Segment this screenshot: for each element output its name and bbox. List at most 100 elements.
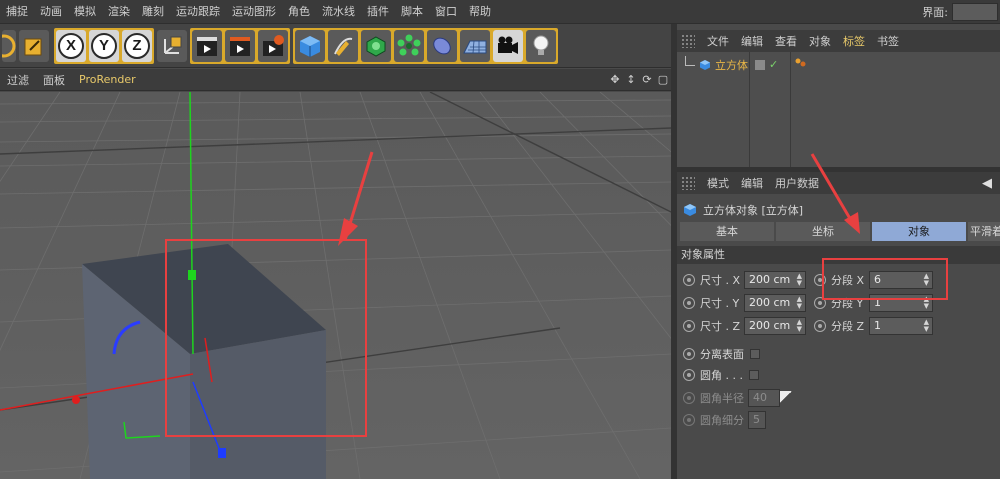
size-x-value: 200 cm (749, 273, 791, 286)
size-x-label: 尺寸 . X (700, 274, 741, 287)
prop-separate-surfaces: 分离表面 (683, 345, 760, 363)
size-y-label: 尺寸 . Y (700, 297, 740, 310)
panel-grip-icon[interactable] (681, 34, 695, 48)
pen-spline-icon[interactable] (328, 29, 358, 62)
size-z-input[interactable]: 200 cm ▲ ▼ (744, 317, 806, 335)
move-view-icon[interactable]: ✥ (609, 73, 621, 86)
coordinate-system-icon[interactable] (157, 29, 187, 62)
object-row-cube[interactable]: 立方体 (677, 56, 748, 74)
render-view-icon[interactable] (192, 29, 222, 62)
render-group (190, 27, 290, 64)
prop-fillet-radius: 圆角半径 40 (683, 389, 792, 407)
stepper-icon[interactable]: ▲ ▼ (797, 296, 802, 310)
anim-radio-icon[interactable] (683, 320, 695, 332)
objects-group (293, 27, 558, 64)
om-menu-view[interactable]: 查看 (769, 33, 803, 49)
layout-dropdown[interactable] (952, 2, 998, 21)
deformer-icon[interactable] (427, 29, 457, 62)
layout-label: 界面: (922, 5, 948, 19)
segments-z-value: 1 (874, 319, 881, 332)
anim-radio-icon[interactable] (683, 348, 695, 360)
anim-radio-icon[interactable] (683, 369, 695, 381)
om-menu-tags[interactable]: 标签 (837, 33, 871, 49)
anim-radio-icon[interactable] (683, 392, 695, 404)
camera-glyph (498, 36, 518, 54)
menu-character[interactable]: 角色 (282, 0, 316, 24)
z-axis-handle[interactable] (218, 448, 226, 458)
render-picture-viewer-icon[interactable] (225, 29, 255, 62)
am-menu-edit[interactable]: 编辑 (735, 175, 769, 191)
menu-plugins[interactable]: 插件 (361, 0, 395, 24)
floor-environment-icon[interactable] (460, 29, 490, 62)
fillet-checkbox[interactable] (748, 370, 759, 380)
prop-size-z: 尺寸 . Z 200 cm ▲ ▼ (683, 317, 806, 335)
fillet-subdivision-input[interactable]: 5 (748, 411, 766, 429)
y-axis-lock-button[interactable]: Y (89, 29, 119, 62)
menu-mograph[interactable]: 运动图形 (226, 0, 282, 24)
x-axis-lock-button[interactable]: X (56, 29, 86, 62)
array-mograph-icon[interactable] (394, 29, 424, 62)
back-arrow-icon[interactable]: ◀ (982, 176, 992, 191)
z-axis-lock-button[interactable]: Z (122, 29, 152, 62)
stepper-icon[interactable]: ▲ ▼ (797, 273, 802, 287)
panel-grip-icon[interactable] (681, 176, 695, 190)
scale-tool-icon[interactable] (19, 29, 49, 62)
menu-motion-tracking[interactable]: 运动跟踪 (170, 0, 226, 24)
menu-window[interactable]: 窗口 (429, 0, 463, 24)
om-menu-objects[interactable]: 对象 (803, 33, 837, 49)
prop-size-y: 尺寸 . Y 200 cm ▲ ▼ (683, 294, 806, 312)
tab-object[interactable]: 对象 (872, 222, 966, 241)
enabled-check-icon[interactable]: ✓ (769, 58, 778, 71)
annotation-arrow-tab (810, 153, 860, 234)
size-y-input[interactable]: 200 cm ▲ ▼ (744, 294, 806, 312)
fillet-radius-input[interactable]: 40 (748, 389, 780, 407)
x-axis-label: X (58, 32, 84, 59)
menu-pipeline[interactable]: 流水线 (316, 0, 361, 24)
menu-snap[interactable]: 捕捉 (0, 0, 34, 24)
x-axis-handle[interactable] (72, 396, 80, 404)
fillet-radius-value: 40 (753, 391, 767, 404)
anim-radio-icon[interactable] (814, 320, 826, 332)
viewport-header: 过滤 面板 ProRender ✥ ↕ ⟳ ▢ (0, 69, 675, 91)
menu-render[interactable]: 渲染 (102, 0, 136, 24)
main-toolbar: X Y Z (0, 24, 675, 68)
slider-corner-icon[interactable] (778, 391, 792, 405)
size-x-input[interactable]: 200 cm ▲ ▼ (744, 271, 806, 289)
menu-sculpt[interactable]: 雕刻 (136, 0, 170, 24)
anim-radio-icon[interactable] (683, 297, 695, 309)
annotation-arrow-tab-line (810, 153, 854, 223)
menu-help[interactable]: 帮助 (463, 0, 497, 24)
om-menu-edit[interactable]: 编辑 (735, 33, 769, 49)
render-view-glyph (197, 36, 217, 56)
am-menu-mode[interactable]: 模式 (701, 175, 735, 191)
viewport-menu-panel[interactable]: 面板 (36, 72, 72, 88)
viewport-menu-prorender[interactable]: ProRender (72, 73, 143, 86)
anim-radio-icon[interactable] (683, 274, 695, 286)
tab-basic[interactable]: 基本 (680, 222, 774, 241)
render-settings-icon[interactable] (258, 29, 288, 62)
cube-primitive-icon[interactable] (295, 29, 325, 62)
rotate-tool-icon[interactable] (2, 29, 16, 62)
phong-tag-icon[interactable] (795, 58, 807, 68)
camera-icon[interactable] (493, 29, 523, 62)
object-manager-header: 文件 编辑 查看 对象 标签 书签 (677, 30, 1000, 52)
layer-swatch-icon[interactable] (755, 59, 765, 70)
subdivision-surface-icon[interactable] (361, 29, 391, 62)
rotate-view-icon[interactable]: ⟳ (641, 73, 653, 86)
om-menu-file[interactable]: 文件 (701, 33, 735, 49)
segments-z-input[interactable]: 1 ▲ ▼ (869, 317, 933, 335)
separate-surfaces-checkbox[interactable] (750, 349, 760, 359)
menu-animate[interactable]: 动画 (34, 0, 68, 24)
object-name[interactable]: 立方体 (715, 57, 748, 73)
light-icon[interactable] (526, 29, 556, 62)
viewport-menu-filter[interactable]: 过滤 (0, 72, 36, 88)
stepper-icon[interactable]: ▲ ▼ (924, 319, 929, 333)
maximize-view-icon[interactable]: ▢ (657, 73, 669, 86)
om-menu-bookmarks[interactable]: 书签 (871, 33, 905, 49)
zoom-view-icon[interactable]: ↕ (625, 73, 637, 86)
tab-phong[interactable]: 平滑着色 (968, 222, 1000, 241)
stepper-icon[interactable]: ▲ ▼ (797, 319, 802, 333)
anim-radio-icon[interactable] (683, 414, 695, 426)
menu-simulate[interactable]: 模拟 (68, 0, 102, 24)
menu-script[interactable]: 脚本 (395, 0, 429, 24)
